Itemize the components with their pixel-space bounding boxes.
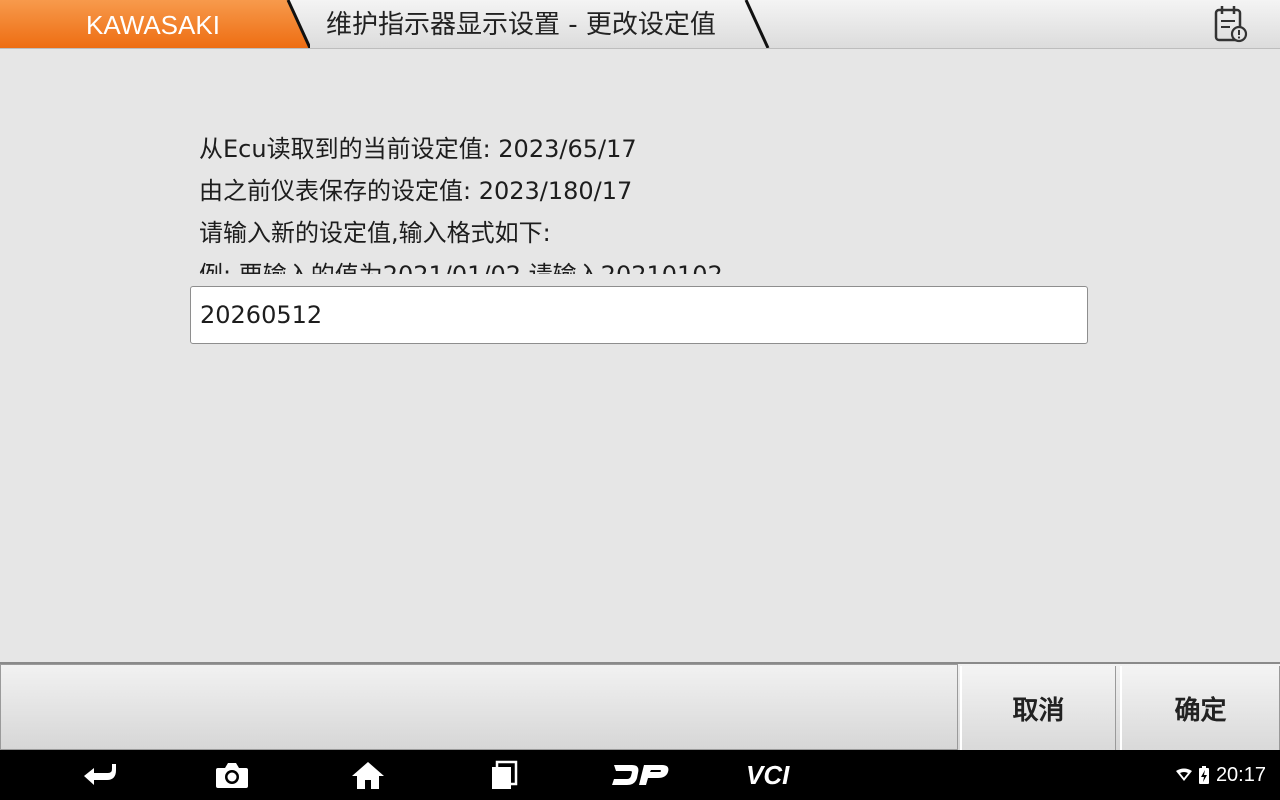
confirm-button[interactable]: 确定 <box>1120 666 1280 750</box>
new-value-field[interactable] <box>190 286 1088 344</box>
wifi-icon <box>1175 768 1192 781</box>
example-line: 例: 要输入的值为2021/01/02,请输入20210102 <box>199 254 1079 274</box>
clock: 20:17 <box>1215 763 1266 786</box>
new-value-input[interactable] <box>191 287 1087 343</box>
home-button[interactable] <box>348 750 388 800</box>
back-button[interactable] <box>76 750 120 800</box>
status-area: 20:17 <box>1175 750 1266 800</box>
action-bar-empty-area <box>0 664 958 750</box>
system-nav-bar: VCI 20:17 <box>0 750 1280 800</box>
report-button[interactable] <box>1206 2 1254 46</box>
info-panel: 从Ecu读取到的当前设定值: 2023/65/17 由之前仪表保存的设定值: 2… <box>199 128 1079 274</box>
page-title: 维护指示器显示设置 - 更改设定值 <box>326 10 716 40</box>
ecu-value-line: 从Ecu读取到的当前设定值: 2023/65/17 <box>199 135 637 163</box>
recent-apps-icon <box>492 760 518 789</box>
brand-label: KAWASAKI <box>86 10 220 40</box>
back-icon <box>84 764 116 785</box>
instruction-line: 请输入新的设定值,输入格式如下: <box>199 219 551 247</box>
title-tab: 维护指示器显示设置 - 更改设定值 <box>290 0 770 48</box>
battery-icon <box>1198 766 1209 784</box>
saved-value-line: 由之前仪表保存的设定值: 2023/180/17 <box>199 177 633 205</box>
dp-button[interactable] <box>608 750 672 800</box>
header-bar: KAWASAKI 维护指示器显示设置 - 更改设定值 <box>0 0 1280 49</box>
cancel-button[interactable]: 取消 <box>960 666 1116 750</box>
screenshot-button[interactable] <box>212 750 252 800</box>
report-icon <box>1214 6 1248 43</box>
camera-icon <box>216 763 248 788</box>
action-bar: 取消 确定 <box>0 662 1280 750</box>
brand-tab[interactable]: KAWASAKI <box>0 0 310 48</box>
vci-label: VCI <box>746 761 790 789</box>
vci-icon: VCI <box>746 761 790 789</box>
dp-icon <box>612 765 669 785</box>
recent-apps-button[interactable] <box>486 750 522 800</box>
home-icon <box>352 762 384 789</box>
vci-button[interactable]: VCI <box>744 750 808 800</box>
